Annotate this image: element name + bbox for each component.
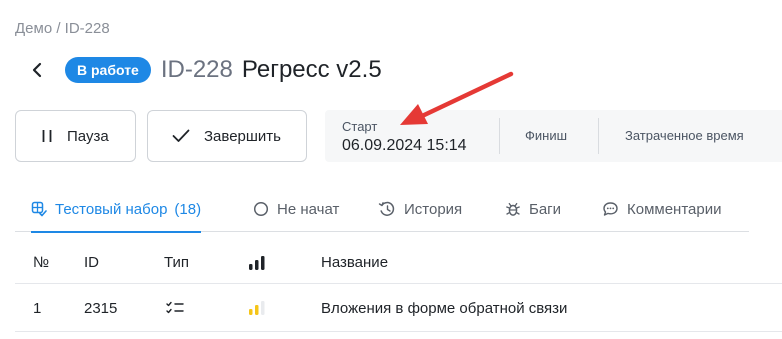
status-badge: В работе <box>65 57 151 83</box>
column-header-type[interactable]: Тип <box>164 242 189 283</box>
pause-button[interactable]: Пауза <box>15 110 136 162</box>
circle-icon <box>253 201 269 217</box>
row-id: 2315 <box>84 299 118 317</box>
breadcrumb[interactable]: Демо / ID-228 <box>15 20 110 37</box>
row-number: 1 <box>33 299 42 317</box>
tabs-bar: Тестовый набор (18) Не начат История Баг… <box>15 186 749 233</box>
tab-not-started[interactable]: Не начат <box>253 186 339 232</box>
priority-medium-icon <box>248 285 266 331</box>
check-icon <box>172 129 190 143</box>
time-spent-label: Затраченное время <box>625 128 744 143</box>
page-title-id: ID-228 <box>160 56 233 83</box>
pause-icon <box>41 128 53 144</box>
tab-bugs[interactable]: Баги <box>505 186 561 232</box>
pause-button-label: Пауза <box>67 127 109 145</box>
tab-test-suite[interactable]: Тестовый набор (18) <box>31 186 202 233</box>
checklist-icon <box>166 285 184 331</box>
tab-label: Комментарии <box>627 200 722 218</box>
column-header-name[interactable]: Название <box>321 242 388 283</box>
comment-icon <box>602 201 619 217</box>
tab-comments[interactable]: Комментарии <box>602 186 721 232</box>
tab-count: (18) <box>174 200 202 218</box>
start-label: Старт <box>342 119 378 134</box>
finish-button-label: Завершить <box>204 127 281 145</box>
priority-icon[interactable] <box>248 242 266 283</box>
tab-history[interactable]: История <box>378 186 462 232</box>
row-name: Вложения в форме обратной связи <box>321 299 568 317</box>
start-value: 06.09.2024 15:14 <box>342 137 467 154</box>
tab-label: Баги <box>529 200 562 218</box>
divider <box>499 118 500 154</box>
tab-label: Не начат <box>277 200 340 218</box>
finish-button[interactable]: Завершить <box>147 110 307 162</box>
page-title: Регресс v2.5 <box>241 56 382 83</box>
table-header: № ID Тип Название <box>15 242 782 284</box>
back-icon[interactable] <box>26 56 48 84</box>
history-icon <box>378 201 396 217</box>
page-header: В работе ID-228 Регресс v2.5 <box>26 54 382 86</box>
divider <box>598 118 599 154</box>
tab-label: История <box>404 200 463 218</box>
tab-label: Тестовый набор <box>55 200 168 218</box>
bug-icon <box>505 201 521 217</box>
column-header-number[interactable]: № <box>33 242 49 283</box>
column-header-id[interactable]: ID <box>84 242 99 283</box>
finish-label: Финиш <box>525 128 568 143</box>
test-suite-icon <box>31 201 47 217</box>
run-times-panel: Старт 06.09.2024 15:14 Финиш Затраченное… <box>325 110 782 162</box>
table-row[interactable]: 1 2315 Вложения в форме обратной связи <box>15 285 782 332</box>
